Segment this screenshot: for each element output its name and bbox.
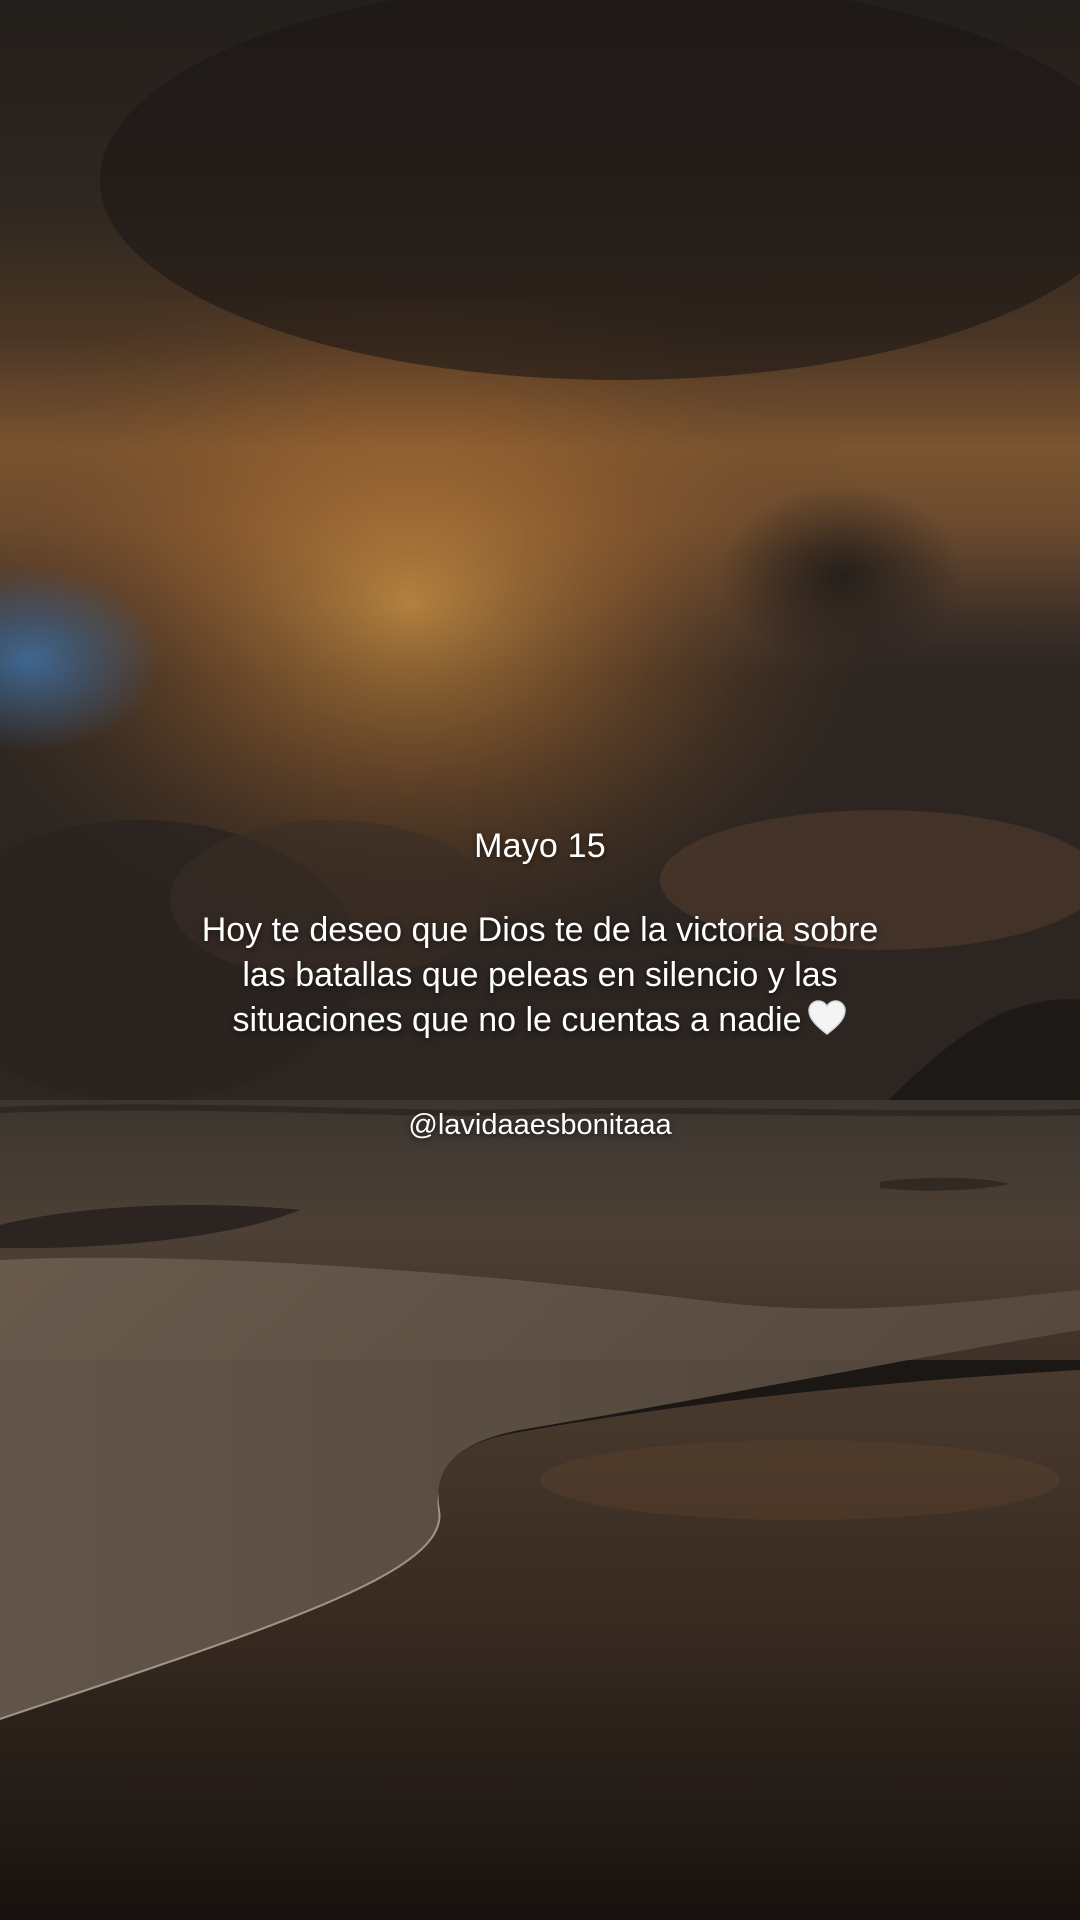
post-quote: Hoy te deseo que Dios te de la victoria … <box>200 908 880 1049</box>
story-screen: Mayo 15 Hoy te deseo que Dios te de la v… <box>0 0 1080 1920</box>
author-handle[interactable]: @lavidaaesbonitaaa <box>0 1105 1080 1145</box>
post-quote-text: Hoy te deseo que Dios te de la victoria … <box>201 911 879 1039</box>
story-text-block: Mayo 15 Hoy te deseo que Dios te de la v… <box>0 818 1080 1145</box>
post-date: Mayo 15 <box>474 827 606 865</box>
white-heart-icon <box>807 999 847 1049</box>
